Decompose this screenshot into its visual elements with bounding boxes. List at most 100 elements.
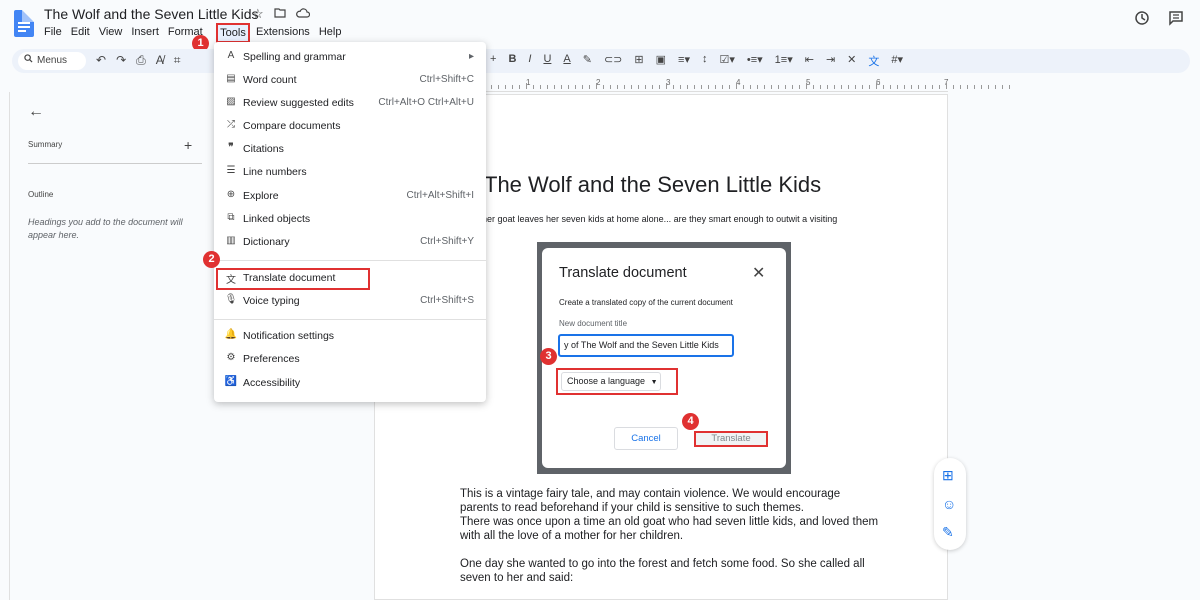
menu-help[interactable]: Help <box>319 26 342 38</box>
menu-item-linked-objects[interactable]: ⧉ Linked objects <box>214 209 486 229</box>
back-arrow-icon[interactable]: ← <box>28 103 44 121</box>
new-title-input[interactable]: y of The Wolf and the Seven Little Kids <box>558 334 734 357</box>
add-summary-icon[interactable]: + <box>184 137 192 153</box>
menu-item-dictionary[interactable]: ▥ Dictionary Ctrl+Shift+Y <box>214 232 486 252</box>
bell-icon: 🔔 <box>224 329 238 340</box>
body-paragraph: One day she wanted to go into the forest… <box>460 558 865 584</box>
summary-label: Summary <box>28 140 63 149</box>
move-folder-icon[interactable] <box>274 6 286 22</box>
ruler-tick <box>981 85 982 89</box>
ruler-tick <box>995 85 996 89</box>
add-comment-icon[interactable]: ⊞ <box>942 467 954 484</box>
increase-indent-icon[interactable]: ⇥ <box>826 53 835 69</box>
italic-icon[interactable]: I <box>528 53 531 69</box>
ruler-tick <box>1002 85 1003 89</box>
close-icon[interactable]: ✕ <box>752 263 765 283</box>
ruler-tick <box>862 85 863 89</box>
review-icon: ▨ <box>226 96 236 107</box>
menu-view[interactable]: View <box>99 26 129 38</box>
menu-item-spelling[interactable]: A Spelling and grammar ▸ <box>214 47 486 67</box>
docs-logo-icon[interactable] <box>14 10 34 37</box>
comments-icon[interactable] <box>1168 10 1184 31</box>
ruler-tick <box>806 83 807 89</box>
font-size-increase-icon[interactable]: + <box>490 53 496 69</box>
menu-item-preferences[interactable]: ⚙ Preferences <box>214 349 486 369</box>
ruler-tick <box>491 85 492 89</box>
cancel-button[interactable]: Cancel <box>614 427 678 450</box>
ruler-tick <box>764 85 765 89</box>
link-icon[interactable]: ⊂⊃ <box>604 53 622 69</box>
menu-item-citations[interactable]: ❞ Citations <box>214 139 486 159</box>
bold-icon[interactable]: B <box>508 53 516 69</box>
ruler-tick <box>855 85 856 89</box>
document-body[interactable]: This is a vintage fairy tale, and may co… <box>460 487 880 599</box>
menu-extensions[interactable]: Extensions <box>256 26 310 38</box>
submenu-arrow-icon: ▸ <box>468 51 474 62</box>
ruler-tick <box>617 85 618 89</box>
translate-button[interactable]: Translate <box>694 431 768 447</box>
decrease-indent-icon[interactable]: ⇤ <box>805 53 814 69</box>
print-icon[interactable]: ⎙ <box>136 53 146 68</box>
search-menus-label: Menus <box>37 55 68 66</box>
emoji-reaction-icon[interactable]: ☺ <box>942 496 956 512</box>
version-history-icon[interactable] <box>1134 10 1150 31</box>
translate-toolbar-icon[interactable]: 文 <box>868 53 879 69</box>
menu-item-notification-settings[interactable]: 🔔 Notification settings <box>214 326 486 346</box>
ruler-tick <box>932 85 933 89</box>
ruler-tick <box>925 85 926 89</box>
highlight-icon[interactable]: ✎ <box>583 53 592 69</box>
menu-tools[interactable]: Tools <box>216 23 250 43</box>
document-title[interactable]: The Wolf and the Seven Little Kids <box>44 6 259 22</box>
ruler-tick <box>673 85 674 89</box>
ruler-tick <box>736 83 737 89</box>
vertical-ruler[interactable] <box>0 92 10 600</box>
menu-file[interactable]: File <box>44 26 68 38</box>
ruler-tick <box>631 85 632 89</box>
menu-item-accessibility[interactable]: ♿ Accessibility <box>214 373 486 393</box>
line-spacing-icon[interactable]: ↕ <box>702 53 708 69</box>
choose-language-dropdown[interactable]: Choose a language ▼ <box>561 372 661 391</box>
search-menus-button[interactable]: Menus <box>18 52 86 70</box>
paint-format-icon[interactable]: ⌗ <box>174 53 181 68</box>
explore-icon: ⊕ <box>226 189 236 200</box>
ruler-tick <box>519 85 520 89</box>
bulleted-list-icon[interactable]: •≡▾ <box>747 53 763 69</box>
checklist-icon[interactable]: ☑▾ <box>719 53 734 69</box>
more-icon[interactable]: #▾ <box>891 53 903 69</box>
ruler-tick <box>953 85 954 89</box>
ruler-tick <box>974 85 975 89</box>
ruler-tick <box>575 85 576 89</box>
suggest-edits-icon[interactable]: ✎ <box>942 524 954 541</box>
numbered-list-icon[interactable]: 1≡▾ <box>775 53 793 69</box>
menu-divider <box>214 319 486 320</box>
cloud-status-icon[interactable] <box>295 6 310 22</box>
step-badge-4: 4 <box>682 413 699 430</box>
menu-item-explore[interactable]: ⊕ Explore Ctrl+Alt+Shift+I <box>214 186 486 206</box>
spellcheck-icon[interactable]: A̸ <box>156 53 164 68</box>
undo-icon[interactable]: ↶ <box>96 53 106 68</box>
insert-image-icon[interactable]: ▣ <box>656 53 666 69</box>
ruler-tick <box>785 85 786 89</box>
underline-icon[interactable]: U <box>543 53 551 69</box>
ruler-tick <box>939 85 940 89</box>
add-comment-icon[interactable]: ⊞ <box>634 53 643 69</box>
clear-formatting-icon[interactable]: ✕ <box>847 53 856 69</box>
menu-item-line-numbers[interactable]: ☰ Line numbers <box>214 162 486 182</box>
menu-insert[interactable]: Insert <box>131 26 165 38</box>
ruler-tick <box>827 85 828 89</box>
ruler-tick <box>666 83 667 89</box>
menu-item-word-count[interactable]: ▤ Word count Ctrl+Shift+C <box>214 70 486 90</box>
menu-edit[interactable]: Edit <box>71 26 96 38</box>
text-color-icon[interactable]: A <box>563 53 570 69</box>
star-icon[interactable]: ☆ <box>252 6 264 22</box>
menu-item-voice-typing[interactable]: 🎙 Voice typing Ctrl+Shift+S <box>214 291 486 311</box>
ruler-tick <box>960 85 961 89</box>
menu-item-compare[interactable]: ⤮ Compare documents <box>214 116 486 136</box>
ruler-tick <box>694 85 695 89</box>
menu-item-review[interactable]: ▨ Review suggested edits Ctrl+Alt+O Ctrl+A… <box>214 93 486 113</box>
redo-icon[interactable]: ↷ <box>116 53 126 68</box>
ruler-tick <box>568 85 569 89</box>
ruler-tick <box>750 85 751 89</box>
ruler-tick <box>869 85 870 89</box>
align-icon[interactable]: ≡▾ <box>678 53 690 69</box>
